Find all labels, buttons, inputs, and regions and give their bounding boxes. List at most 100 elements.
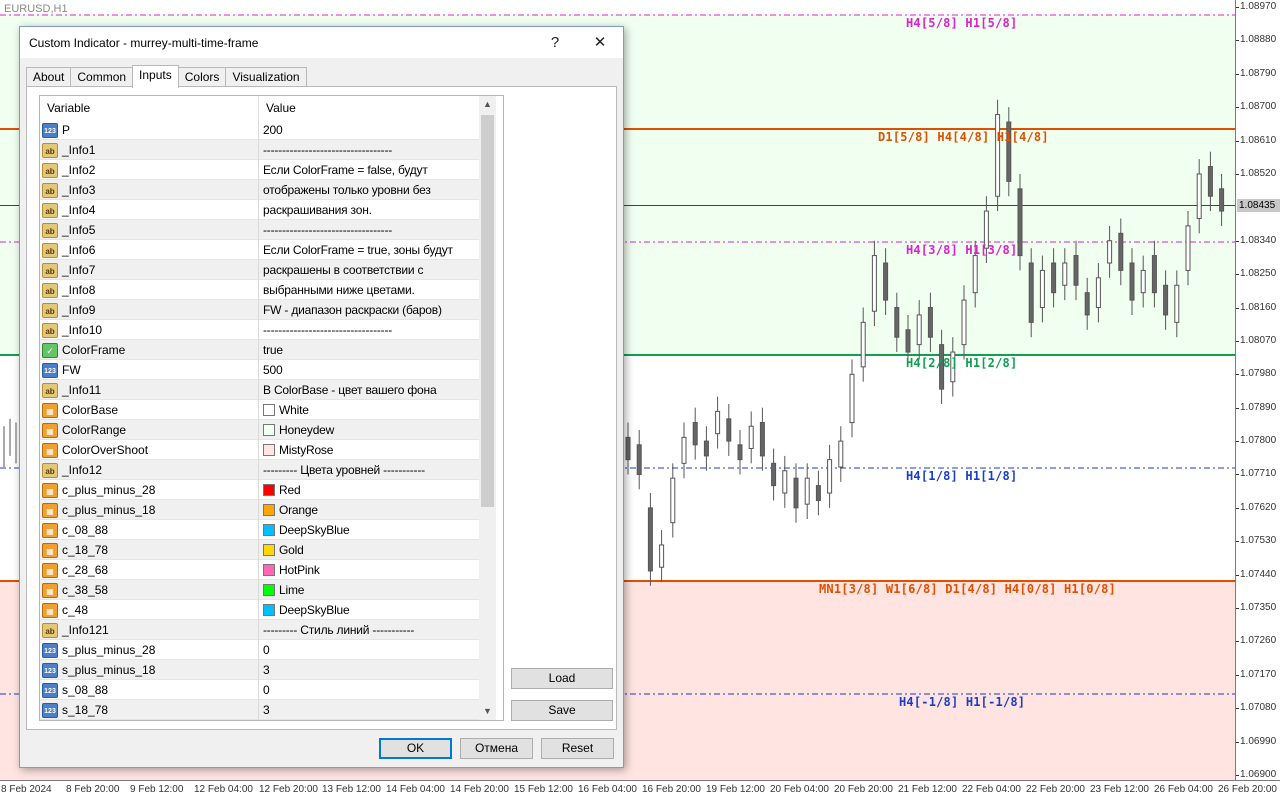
input-row-c-08-88[interactable]: ▦ c_08_88 DeepSkyBlue <box>40 520 479 540</box>
input-row-fw[interactable]: 123 FW 500 <box>40 360 479 380</box>
input-row-info12[interactable]: ab _Info12 --------- Цвета уровней -------… <box>40 460 479 480</box>
tab-about[interactable]: About <box>26 67 72 87</box>
variable-name: _Info1 <box>62 143 96 157</box>
ok-button[interactable]: OK <box>379 738 452 759</box>
input-row-info5[interactable]: ab _Info5 --------------------------------… <box>40 220 479 240</box>
input-row-c-plus-minus-28[interactable]: ▦ c_plus_minus_28 Red <box>40 480 479 500</box>
value-cell[interactable]: Lime <box>259 580 479 600</box>
tab-inputs[interactable]: Inputs <box>132 65 179 88</box>
grid-scrollbar[interactable]: ▲ ▼ <box>479 96 496 720</box>
input-row-s-18-78[interactable]: 123 s_18_78 3 <box>40 700 479 720</box>
num-type-icon: 123 <box>42 662 58 678</box>
close-button[interactable]: ✕ <box>585 31 615 55</box>
value-cell[interactable]: HotPink <box>259 560 479 580</box>
input-row-c-38-58[interactable]: ▦ c_38_58 Lime <box>40 580 479 600</box>
value-text: White <box>279 403 309 417</box>
str-type-icon: ab <box>42 322 58 338</box>
value-cell[interactable]: Если ColorFrame = false, будут <box>259 160 479 180</box>
value-cell[interactable]: --------- Стиль линий ----------- <box>259 620 479 640</box>
input-row-colorrange[interactable]: ▦ ColorRange Honeydew <box>40 420 479 440</box>
time-axis[interactable]: 8 Feb 2024 8 Feb 20:00 9 Feb 12:00 12 Feb 0… <box>0 780 1280 800</box>
candle-body <box>759 422 765 457</box>
value-cell[interactable]: ---------------------------------- <box>259 140 479 160</box>
help-button[interactable]: ? <box>540 31 570 55</box>
input-row-info2[interactable]: ab _Info2 Если ColorFrame = false, будут <box>40 160 479 180</box>
input-row-c-plus-minus-18[interactable]: ▦ c_plus_minus_18 Orange <box>40 500 479 520</box>
input-row-info10[interactable]: ab _Info10 -------------------------------… <box>40 320 479 340</box>
load-button[interactable]: Load <box>511 668 613 689</box>
reset-button[interactable]: Reset <box>541 738 614 759</box>
value-cell[interactable]: 0 <box>259 680 479 700</box>
value-cell[interactable]: В ColorBase - цвет вашего фона <box>259 380 479 400</box>
input-row-info6[interactable]: ab _Info6 Если ColorFrame = true, зоны буд… <box>40 240 479 260</box>
value-cell[interactable]: 0 <box>259 640 479 660</box>
value-cell[interactable]: ---------------------------------- <box>259 320 479 340</box>
candle-body <box>1039 269 1045 309</box>
input-row-c-28-68[interactable]: ▦ c_28_68 HotPink <box>40 560 479 580</box>
time-tick-label: 20 Feb 04:00 <box>770 784 829 795</box>
color-swatch <box>263 584 275 596</box>
murrey-level-label: H4[5/8] H1[5/8] <box>906 16 1018 30</box>
input-row-s-plus-minus-18[interactable]: 123 s_plus_minus_18 3 <box>40 660 479 680</box>
value-cell[interactable]: FW - диапазон раскраски (баров) <box>259 300 479 320</box>
tab-common[interactable]: Common <box>70 67 134 87</box>
input-row-colorframe[interactable]: ✓ ColorFrame true <box>40 340 479 360</box>
value-cell[interactable]: true <box>259 340 479 360</box>
value-cell[interactable]: DeepSkyBlue <box>259 600 479 620</box>
cancel-button[interactable]: Отмена <box>460 738 533 759</box>
value-cell[interactable]: Если ColorFrame = true, зоны будут <box>259 240 479 260</box>
input-row-s-08-88[interactable]: 123 s_08_88 0 <box>40 680 479 700</box>
value-cell[interactable]: 3 <box>259 660 479 680</box>
scroll-down-icon[interactable]: ▼ <box>479 703 496 720</box>
input-row-c-18-78[interactable]: ▦ c_18_78 Gold <box>40 540 479 560</box>
column-header-value[interactable]: Value <box>259 96 296 120</box>
input-row-c-48[interactable]: ▦ c_48 DeepSkyBlue <box>40 600 479 620</box>
input-row-info1[interactable]: ab _Info1 --------------------------------… <box>40 140 479 160</box>
value-cell[interactable]: 200 <box>259 120 479 140</box>
value-cell[interactable]: выбранными ниже цветами. <box>259 280 479 300</box>
tab-colors[interactable]: Colors <box>177 67 227 87</box>
value-cell[interactable]: Honeydew <box>259 420 479 440</box>
value-cell[interactable]: DeepSkyBlue <box>259 520 479 540</box>
value-text: раскрашены в соответствии с <box>263 263 424 277</box>
value-cell[interactable]: ---------------------------------- <box>259 220 479 240</box>
price-tick-label: 1.07260 <box>1235 635 1277 647</box>
input-row-info9[interactable]: ab _Info9 FW - диапазон раскраски (баров) <box>40 300 479 320</box>
input-row-info3[interactable]: ab _Info3 отображены только уровни без <box>40 180 479 200</box>
scroll-thumb[interactable] <box>481 115 494 507</box>
time-tick-label: 20 Feb 20:00 <box>834 784 893 795</box>
input-row-colorbase[interactable]: ▦ ColorBase White <box>40 400 479 420</box>
value-cell[interactable]: MistyRose <box>259 440 479 460</box>
input-row-info8[interactable]: ab _Info8 выбранными ниже цветами. <box>40 280 479 300</box>
input-row-info7[interactable]: ab _Info7 раскрашены в соответствии с <box>40 260 479 280</box>
candle-body <box>860 321 866 368</box>
tab-visualization[interactable]: Visualization <box>225 67 307 87</box>
value-cell[interactable]: --------- Цвета уровней ----------- <box>259 460 479 480</box>
candle-body <box>1140 269 1146 294</box>
input-row-colorovershoot[interactable]: ▦ ColorOverShoot MistyRose <box>40 440 479 460</box>
candle-body <box>1084 292 1090 316</box>
input-row-info4[interactable]: ab _Info4 раскрашивания зон. <box>40 200 479 220</box>
value-cell[interactable]: Red <box>259 480 479 500</box>
value-cell[interactable]: 3 <box>259 700 479 720</box>
price-tick-label: 1.07440 <box>1235 568 1277 580</box>
input-row-info121[interactable]: ab _Info121 --------- Стиль линий --------… <box>40 620 479 640</box>
scroll-up-icon[interactable]: ▲ <box>479 96 496 113</box>
value-cell[interactable]: 500 <box>259 360 479 380</box>
dialog-titlebar[interactable]: Custom Indicator - murrey-multi-time-fra… <box>20 27 623 58</box>
value-cell[interactable]: раскрашены в соответствии с <box>259 260 479 280</box>
input-row-info11[interactable]: ab _Info11 В ColorBase - цвет вашего фона <box>40 380 479 400</box>
input-row-p[interactable]: 123 P 200 <box>40 120 479 140</box>
variable-name: c_38_58 <box>62 583 109 597</box>
value-cell[interactable]: раскрашивания зон. <box>259 200 479 220</box>
input-row-s-plus-minus-28[interactable]: 123 s_plus_minus_28 0 <box>40 640 479 660</box>
value-cell[interactable]: White <box>259 400 479 420</box>
value-cell[interactable]: Orange <box>259 500 479 520</box>
value-cell[interactable]: Gold <box>259 540 479 560</box>
value-cell[interactable]: отображены только уровни без <box>259 180 479 200</box>
column-header-variable[interactable]: Variable <box>40 96 90 120</box>
variable-name: _Info121 <box>62 623 109 637</box>
save-button[interactable]: Save <box>511 700 613 721</box>
price-axis[interactable]: 1.08970 1.08880 1.08790 1.08700 1.08610 1.085… <box>1235 0 1280 780</box>
time-tick-label: 19 Feb 12:00 <box>706 784 765 795</box>
